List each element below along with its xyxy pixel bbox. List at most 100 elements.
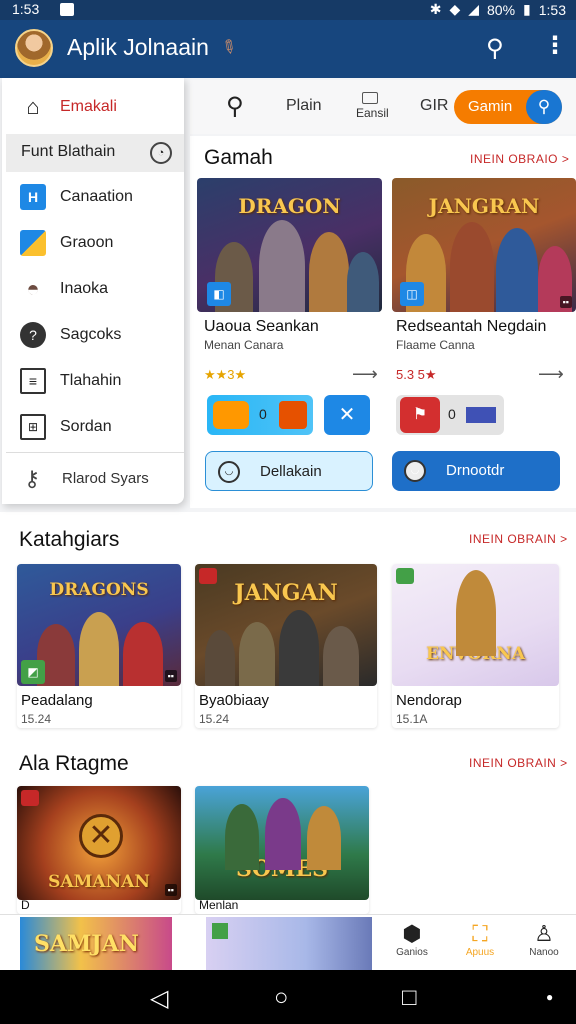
store-chip[interactable]: 0 (207, 395, 313, 435)
drawer-item-label: Tlahahin (60, 372, 122, 389)
game-title[interactable]: Uaoua Seankan (204, 318, 319, 336)
chat-icon: ? (20, 322, 46, 348)
game-thumbnail[interactable]: DRAGON ◧ (197, 178, 382, 312)
third-section-title: Ala Rtagme (19, 752, 129, 775)
drawer-item-home[interactable]: ⌂ Emakali (2, 84, 184, 130)
game-rating: 5.3 5★ (396, 367, 437, 382)
drawer-settings-label: Rlarod Syars (62, 470, 149, 487)
category-card[interactable]: DRAGONS ◩ ▪▪ Peadalang 15.24 (17, 564, 181, 728)
promo-banner[interactable]: SAMJAN (20, 917, 172, 971)
toolbar-plain[interactable]: Plain (286, 97, 322, 115)
emblem-icon: ✕ (79, 814, 123, 858)
drawer-section-header[interactable]: Funt Blathain ◔ (6, 134, 184, 172)
cube-icon: ⬢ (402, 921, 422, 946)
drawer-home-label: Emakali (60, 98, 117, 115)
download-button[interactable]: ◡ Dellakain (205, 451, 373, 491)
nav-item-profile[interactable]: ♙ Nanoo (514, 921, 574, 958)
drawer-item-settings[interactable]: ⚷ Rlarod Syars (6, 458, 184, 500)
status-bar: 1:53 ✱ ◆ ◢ 80% ▮ 1:53 (0, 0, 576, 20)
game-publisher: Menan Canara (204, 338, 284, 352)
wrench-icon[interactable]: ⚲ (486, 34, 504, 63)
store-chip[interactable]: ⚑ 0 (396, 395, 504, 435)
character-figure (323, 626, 359, 686)
arrow-right-icon[interactable]: ⟶ (352, 364, 378, 385)
featured-title: Gamah (204, 146, 273, 169)
system-navigation-bar: ◁ ○ □ ● (0, 970, 576, 1024)
app-badge-icon: ◧ (207, 282, 231, 306)
toolbar-badge-label: Eansil (356, 106, 389, 120)
category-name: Nendorap (396, 692, 462, 709)
game-thumbnail[interactable]: JANGRAN ◫ ▪▪ (392, 178, 576, 312)
drawer-item-label: Sagcoks (60, 326, 122, 343)
search-icon[interactable]: ⚲ (226, 92, 244, 121)
drawer-item-label: Graoon (60, 234, 114, 251)
app-badge-icon: ◩ (21, 660, 45, 684)
toolbar-gr[interactable]: GIR (420, 97, 448, 115)
third-see-all-link[interactable]: INEIN OBRAIN > (469, 756, 568, 770)
game-card[interactable]: SAMANAN ✕ ▪▪ D (17, 786, 181, 914)
category-thumbnail: JANGAN (195, 564, 377, 686)
category-thumbnail: DRAGONS ◩ ▪▪ (17, 564, 181, 686)
thumbnail-art-title: JANGAN (234, 580, 338, 606)
signal-icon: ◢ (468, 1, 479, 17)
app-badge-icon: ◫ (400, 282, 424, 306)
promo-banner[interactable] (206, 917, 372, 971)
home-circle-icon[interactable]: ○ (274, 984, 289, 1012)
drawer-item-graoon[interactable]: Graoon (2, 220, 184, 266)
drawer-item-canaation[interactable]: H Canaation (2, 174, 184, 220)
home-icon: ⌂ (26, 94, 40, 119)
apps-icon: ⛶ (472, 921, 488, 946)
drawer-item-inaoka[interactable]: ◓ Inaoka (2, 266, 184, 312)
nav-item-games[interactable]: ⬢ Ganios (382, 921, 442, 958)
chip-count: 0 (448, 406, 456, 422)
game-card[interactable]: SOMES Menlan (195, 786, 369, 914)
back-icon[interactable]: ◁ (150, 984, 168, 1013)
install-button[interactable]: ◡ Drnootdr (392, 451, 560, 491)
book-icon: ⊞ (20, 414, 46, 440)
share-button[interactable]: ✕ (324, 395, 370, 435)
featured-see-all-link[interactable]: INEIN OBRAIO > (470, 152, 569, 166)
thumbnail-art-title: DRAGON (238, 194, 341, 218)
categories-see-all-link[interactable]: INEIN OBRAIN > (469, 532, 568, 546)
category-card[interactable]: ENVORNA Nendorap 15.1A (392, 564, 559, 728)
badge-icon (362, 92, 378, 104)
key-icon: ⚷ (24, 466, 41, 491)
nav-item-apps[interactable]: ⛶ Apuus (450, 921, 510, 958)
recents-icon[interactable]: □ (402, 984, 417, 1012)
install-button-label: Drnootdr (446, 462, 505, 479)
character-figure (456, 570, 496, 656)
more-icon[interactable]: ⋮ (543, 31, 567, 60)
game-search-pill[interactable]: Gamin ⚲ (454, 90, 562, 124)
pin-icon: ✎ (216, 34, 241, 60)
category-name: Bya0biaay (199, 692, 270, 709)
status-clock: 1:53 (538, 1, 566, 18)
app-badge-icon (212, 923, 228, 939)
nav-label: Nanoo (529, 947, 559, 958)
arrow-right-icon[interactable]: ⟶ (538, 364, 564, 385)
character-figure (309, 232, 349, 312)
toolbar-badge[interactable]: Eansil (356, 92, 389, 122)
category-card[interactable]: JANGAN Bya0biaay 15.24 (195, 564, 377, 728)
third-section: Ala Rtagme INEIN OBRAIN > SAMANAN ✕ ▪▪ D… (0, 738, 576, 914)
game-thumbnail: SOMES (195, 786, 369, 900)
notification-icon (60, 3, 74, 16)
chip-count: 0 (259, 406, 267, 422)
thumbnail-art-title: DRAGONS (49, 580, 149, 600)
game-title[interactable]: Redseantah Negdain (396, 318, 546, 336)
game-rating: ★★3★ (204, 367, 247, 382)
battery-level: 80% (487, 1, 516, 18)
dot-icon[interactable]: ● (546, 990, 553, 1004)
bowl-icon: ◓ (26, 276, 40, 301)
navigation-drawer: ⌂ Emakali Funt Blathain ◔ H Canaation Gr… (2, 78, 184, 504)
gamepad-icon (213, 401, 249, 429)
thumbnail-art-title: JANGRAN (428, 194, 540, 218)
drawer-item-label: Sordan (60, 418, 112, 435)
download-button-label: Dellakain (260, 463, 322, 480)
folder-icon (20, 230, 46, 256)
drawer-item-sordan[interactable]: ⊞ Sordan (2, 404, 184, 450)
drawer-item-tlahahin[interactable]: ≡ Tlahahin (2, 358, 184, 404)
avatar[interactable] (15, 29, 53, 67)
character-figure (239, 622, 275, 686)
game-card-name: Menlan (199, 898, 239, 912)
drawer-item-sagcoks[interactable]: ? Sagcoks (2, 312, 184, 358)
